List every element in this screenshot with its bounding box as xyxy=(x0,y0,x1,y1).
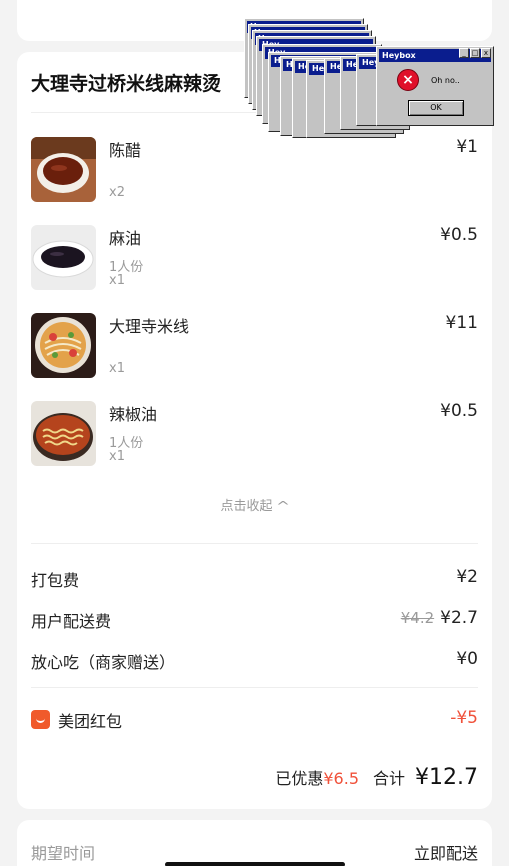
delivery-fee-value: ¥2.7 xyxy=(440,608,478,628)
order-item[interactable]: 大理寺米线 x1 ¥11 xyxy=(31,313,478,383)
item-name: 陈醋 xyxy=(109,141,142,160)
item-price: ¥11 xyxy=(445,313,478,333)
home-indicator xyxy=(165,862,345,866)
item-name: 辣椒油 xyxy=(109,405,158,424)
dialog-message: Oh no.. xyxy=(431,76,460,85)
store-title[interactable]: 大理寺过桥米线麻辣烫 xyxy=(31,69,221,96)
delivery-time-card[interactable]: 期望时间 立即配送 xyxy=(17,820,492,866)
delivery-fee-label: 用户配送费 xyxy=(31,612,112,631)
packing-fee-label: 打包费 xyxy=(31,571,80,590)
coupon-row[interactable]: 美团红包 -¥5 xyxy=(31,708,478,732)
divider xyxy=(31,543,478,544)
red-packet-icon xyxy=(31,710,50,729)
item-quantity: x1 xyxy=(109,273,125,288)
item-price: ¥1 xyxy=(456,137,478,157)
discount-label: 已优惠 xyxy=(275,769,324,788)
rice-noodle-bowl-image xyxy=(31,313,96,378)
total-value: ¥12.7 xyxy=(415,765,478,790)
item-quantity: x1 xyxy=(109,449,125,464)
insurance-label: 放心吃（商家赠送） xyxy=(31,653,176,672)
item-price: ¥0.5 xyxy=(440,225,478,245)
close-icon[interactable]: x xyxy=(481,48,491,58)
expected-time-value: 立即配送 xyxy=(413,844,478,863)
item-price: ¥0.5 xyxy=(440,401,478,421)
collapse-label: 点击收起 xyxy=(220,499,273,514)
order-item[interactable]: 陈醋 x2 ¥1 xyxy=(31,137,478,207)
error-x-icon: × xyxy=(397,69,419,91)
packing-fee-row: 打包费 ¥2 xyxy=(31,567,478,591)
coupon-label: 美团红包 xyxy=(58,712,123,731)
expected-time-label: 期望时间 xyxy=(31,844,96,863)
chevron-up-icon: ^ xyxy=(276,499,291,513)
item-name: 麻油 xyxy=(109,229,142,248)
divider xyxy=(31,687,478,688)
insurance-value: ¥0 xyxy=(456,649,478,669)
vinegar-bowl-image xyxy=(31,137,96,202)
total-label: 合计 xyxy=(373,769,406,788)
collapse-toggle[interactable]: 点击收起 ^ xyxy=(17,495,492,517)
order-item[interactable]: 麻油 1人份 x1 ¥0.5 xyxy=(31,225,478,295)
item-name: 大理寺米线 xyxy=(109,317,190,336)
order-summary: 已优惠¥6.5 合计 ¥12.7 xyxy=(275,765,478,793)
ok-button[interactable]: OK xyxy=(408,100,464,116)
insurance-row[interactable]: 放心吃（商家赠送） ¥0 xyxy=(31,649,478,673)
order-item[interactable]: 辣椒油 1人份 x1 ¥0.5 xyxy=(31,401,478,471)
item-quantity: x2 xyxy=(109,185,125,200)
delivery-fee-amounts: ¥4.2 ¥2.7 xyxy=(401,608,478,628)
delivery-fee-original: ¥4.2 xyxy=(400,609,435,627)
discount-value: ¥6.5 xyxy=(323,769,359,788)
minimize-icon[interactable]: _ xyxy=(459,48,469,58)
chili-oil-bowl-image xyxy=(31,401,96,466)
item-quantity: x1 xyxy=(109,361,125,376)
sesame-oil-dish-image xyxy=(31,225,96,290)
coupon-value: -¥5 xyxy=(450,708,478,728)
order-detail-card: 大理寺过桥米线麻辣烫 陈醋 x2 ¥1 麻油 1人份 x1 ¥0.5 大理寺米线… xyxy=(17,52,492,809)
maximize-icon[interactable]: □ xyxy=(470,48,480,58)
packing-fee-value: ¥2 xyxy=(456,567,478,587)
error-dialog-front[interactable]: Heybox _ □ x × Oh no.. OK xyxy=(376,46,494,126)
delivery-fee-row: 用户配送费 ¥4.2 ¥2.7 xyxy=(31,608,478,632)
dialog-window-buttons: _ □ x xyxy=(458,48,491,59)
